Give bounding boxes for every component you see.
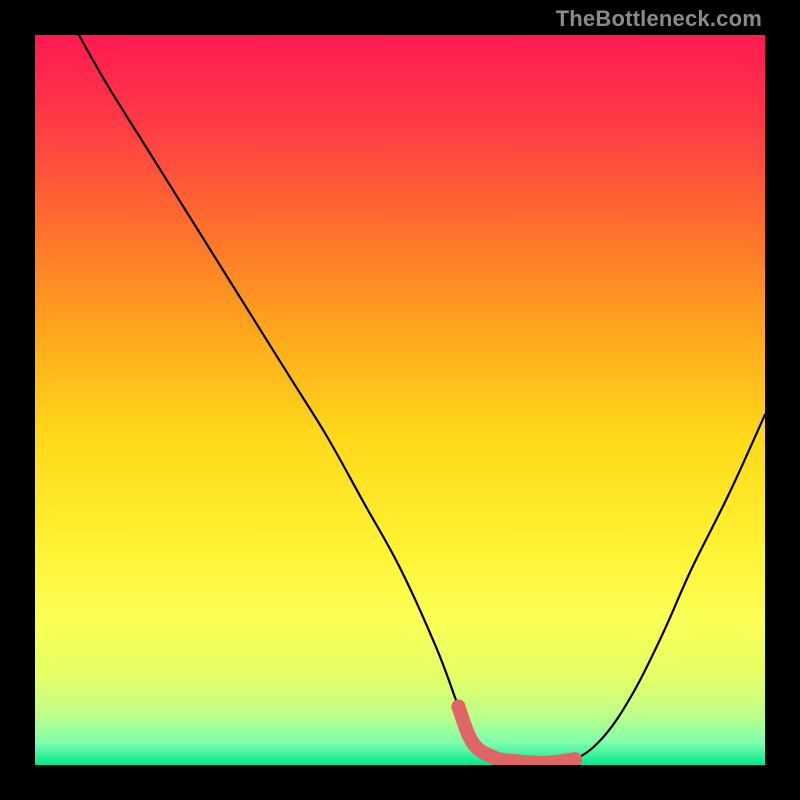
chart-frame: TheBottleneck.com: [0, 0, 800, 800]
optimal-zone-highlight: [458, 707, 575, 763]
watermark-label: TheBottleneck.com: [556, 6, 762, 32]
bottleneck-curve-svg: [35, 35, 765, 765]
bottleneck-curve: [79, 35, 765, 763]
plot-area: [35, 35, 765, 765]
optimal-zone-start-dot: [451, 700, 465, 714]
